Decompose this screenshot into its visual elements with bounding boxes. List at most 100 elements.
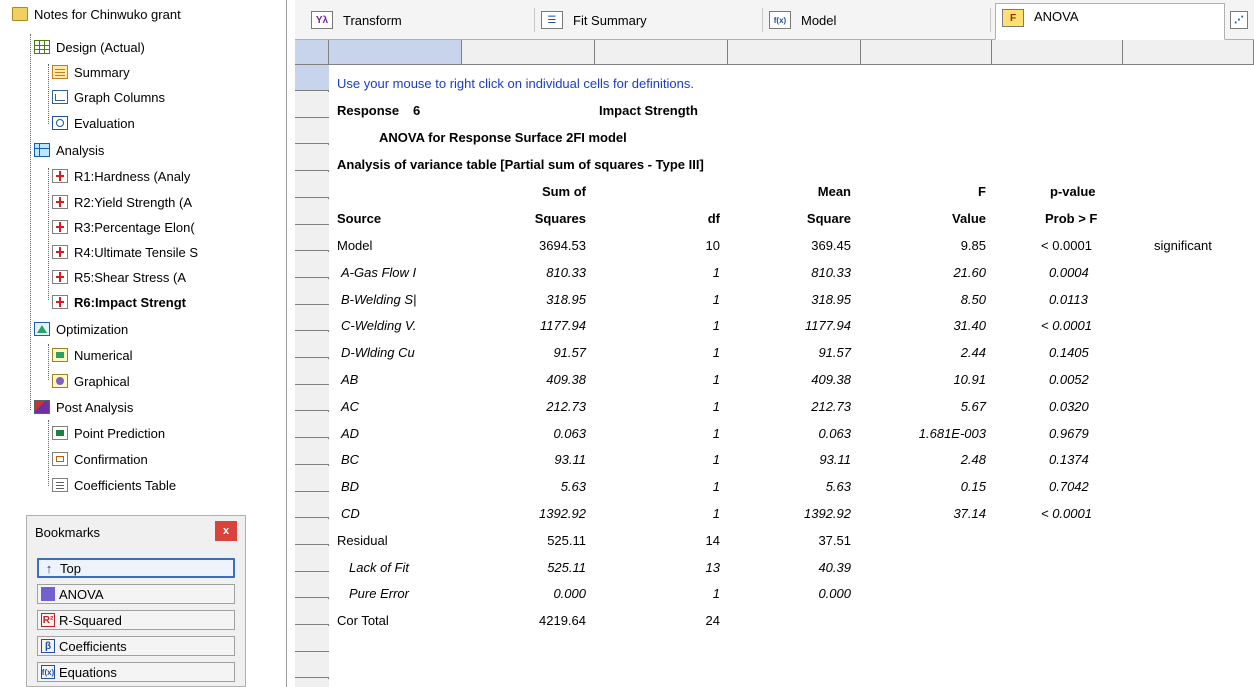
summary-icon	[52, 65, 68, 79]
col-header-sum-of-squares: Squares	[534, 211, 586, 226]
row-header[interactable]	[295, 625, 329, 652]
row-header[interactable]	[295, 278, 329, 305]
row-header[interactable]	[295, 599, 329, 625]
row-header[interactable]	[295, 652, 329, 679]
tab-diagnostics[interactable]: ⋰	[1230, 8, 1254, 32]
anova-cell-df: 1	[712, 586, 720, 602]
tree-item-label: Graph Columns	[74, 89, 166, 105]
numerical-icon	[52, 348, 68, 362]
row-header[interactable]	[295, 171, 329, 198]
anova-cell-f: 2.48	[960, 452, 986, 468]
anova-cell-ms: 810.33	[811, 264, 851, 280]
column-header[interactable]	[595, 40, 728, 64]
tree-item-confirmation[interactable]: Confirmation	[52, 449, 148, 469]
row-header[interactable]	[295, 465, 329, 492]
anova-cell-source: D-Wlding Cu	[341, 345, 415, 361]
tree-item-optimization[interactable]: Optimization	[34, 319, 128, 339]
row-header[interactable]	[295, 118, 329, 145]
tree-item-response-2[interactable]: R2:Yield Strength (A	[52, 192, 286, 212]
tab-anova[interactable]: F ANOVA	[995, 3, 1225, 40]
row-header[interactable]	[295, 358, 329, 385]
row-header[interactable]	[295, 679, 329, 687]
row-header[interactable]	[295, 145, 329, 172]
coefficients-table-icon	[52, 478, 68, 492]
row-header[interactable]	[295, 545, 329, 572]
row-header[interactable]	[295, 518, 329, 545]
anova-cell-df: 1	[712, 425, 720, 441]
row-header[interactable]	[295, 305, 329, 332]
bookmark-anova[interactable]: ANOVA	[37, 584, 235, 604]
row-header[interactable]	[295, 225, 329, 252]
row-header[interactable]	[295, 198, 329, 225]
tree-item-response-6[interactable]: R6:Impact Strengt	[52, 292, 286, 312]
tree-item-graphical[interactable]: Graphical	[52, 371, 130, 391]
tree-item-label: R6:Impact Strengt	[74, 294, 186, 310]
tree-item-graph-columns[interactable]: Graph Columns	[52, 87, 165, 107]
column-header[interactable]	[992, 40, 1123, 64]
anova-cell-ss: 1392.92	[539, 506, 586, 521]
tree-item-label: R4:Ultimate Tensile S	[74, 244, 199, 260]
tree-item-numerical[interactable]: Numerical	[52, 345, 133, 365]
anova-cell-source: Cor Total	[337, 613, 389, 629]
tree-item-response-3[interactable]: R3:Percentage Elon(	[52, 217, 286, 237]
row-header[interactable]	[295, 438, 329, 465]
tree-item-response-1[interactable]: R1:Hardness (Analy	[52, 166, 286, 186]
tree-item-response-4[interactable]: R4:Ultimate Tensile S	[52, 242, 286, 262]
tree-item-evaluation[interactable]: Evaluation	[52, 113, 135, 133]
tree-item-response-5[interactable]: R5:Shear Stress (A	[52, 267, 286, 287]
row-header[interactable]	[295, 91, 329, 118]
bookmark-coefficients[interactable]: β Coefficients	[37, 636, 235, 656]
anova-cell-ms: 1177.94	[804, 318, 851, 334]
tree-item-label: Point Prediction	[74, 425, 166, 441]
tab-transform[interactable]: Yλ Transform	[305, 8, 535, 32]
column-header[interactable]	[861, 40, 992, 64]
column-header[interactable]	[462, 40, 595, 64]
tree-item-label: Evaluation	[74, 115, 135, 131]
anova-cell-source: CD	[341, 506, 360, 521]
column-header[interactable]	[1123, 40, 1254, 64]
row-header[interactable]	[295, 332, 329, 358]
bookmark-label: Coefficients	[59, 638, 127, 654]
close-icon[interactable]: x	[215, 521, 237, 541]
tree-root-notes[interactable]: Notes for Chinwuko grant	[12, 4, 181, 24]
anova-cell-ss: 0.063	[553, 425, 586, 441]
tab-fit-summary[interactable]: ☰ Fit Summary	[535, 8, 763, 32]
row-header[interactable]	[295, 65, 329, 91]
bookmark-label: Equations	[59, 664, 117, 680]
anova-cell-ss: 3694.53	[539, 238, 586, 253]
column-header[interactable]	[329, 40, 462, 64]
anova-cell-p: 0.0004	[1049, 264, 1089, 280]
anova-cell-ss: 810.33	[546, 264, 586, 280]
arrow-up-icon: ↑	[45, 560, 53, 576]
anova-cell-source: C-Welding V.	[341, 318, 417, 334]
col-header-mean-square: Square	[806, 211, 851, 226]
column-header[interactable]	[728, 40, 861, 64]
bookmark-r-squared[interactable]: R² R-Squared	[37, 610, 235, 630]
tree-item-post-analysis[interactable]: Post Analysis	[34, 397, 133, 417]
anova-cell-ms: 318.95	[811, 291, 851, 307]
tab-model[interactable]: f(x) Model	[763, 8, 991, 32]
bookmarks-panel: Bookmarks x ↑ Top ANOVA R² R-Squared β C…	[26, 515, 246, 687]
tree-item-coefficients-table[interactable]: Coefficients Table	[52, 475, 176, 495]
response-label-text: Response	[337, 103, 400, 118]
row-header[interactable]	[295, 385, 329, 412]
tree-item-label: Coefficients Table	[74, 477, 177, 493]
tree-item-summary[interactable]: Summary	[52, 62, 130, 82]
tree-connector	[48, 420, 49, 486]
graphical-icon	[52, 374, 68, 388]
analysis-icon	[34, 143, 50, 157]
row-header[interactable]	[295, 572, 329, 599]
anova-cell-df: 1	[712, 345, 720, 361]
beta-icon: β	[41, 639, 55, 653]
anova-cell-source: Lack of Fit	[349, 559, 409, 575]
tree-item-analysis[interactable]: Analysis	[34, 140, 104, 160]
row-header[interactable]	[295, 251, 329, 278]
corner-cell[interactable]	[295, 40, 329, 64]
fit-summary-icon: ☰	[541, 11, 563, 29]
bookmark-top[interactable]: ↑ Top	[37, 558, 235, 578]
tree-item-design[interactable]: Design (Actual)	[34, 37, 145, 57]
row-header[interactable]	[295, 492, 329, 519]
row-header[interactable]	[295, 412, 329, 439]
tree-item-point-prediction[interactable]: Point Prediction	[52, 423, 165, 443]
bookmark-equations[interactable]: f(x) Equations	[37, 662, 235, 682]
